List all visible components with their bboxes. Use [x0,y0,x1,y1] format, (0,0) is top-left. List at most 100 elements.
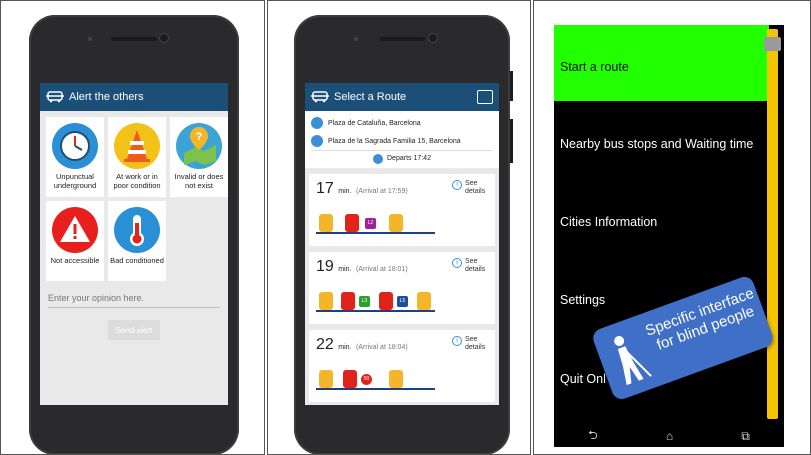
phone-frame: Alert the others Unpunctual underground … [29,15,239,454]
bus-icon [379,292,393,310]
walk-icon [389,370,403,388]
alert-screen: Alert the others Unpunctual underground … [40,83,228,405]
walk-icon [417,292,431,310]
app-bar: Alert the others [40,83,228,111]
see-details-text: See details [465,180,486,195]
line-badge: L2 [365,218,376,229]
android-nav-bar: ⮌ ⌂ ⧉ [554,425,784,447]
svg-text:?: ? [196,131,203,143]
front-camera [427,33,438,43]
back-icon[interactable]: ⮌ [588,426,598,447]
tile-at-work[interactable]: At work or in poor condition [108,117,166,197]
see-details-link[interactable]: i See details [452,336,489,352]
map-question-icon: ? [176,123,222,169]
destination-text: Plaza de la Sagrada Familia 15, Barcelon… [328,137,461,145]
clock-icon [373,153,383,164]
route-unit: min. [338,344,352,351]
route-minutes: 22 [316,336,334,353]
route-arrival: (Arrival at 18:01) [355,266,408,273]
tile-invalid[interactable]: ? Invalid or does not exist [170,117,228,197]
app-bar-title: Alert the others [69,91,144,103]
tile-unpunctual[interactable]: Unpunctual underground [46,117,104,197]
route-line [316,388,435,390]
menu-cities-info[interactable]: Cities Information [554,215,769,229]
sensor-dot [87,37,92,41]
origin-pin-icon [311,117,323,129]
bus-icon [345,214,359,232]
clock-icon [52,123,98,169]
route-card[interactable]: 19 min. (Arrival at 18:01) i See details … [309,252,495,324]
route-card[interactable]: 22 min. (Arrival at 18:04) i See details … [309,330,495,402]
opinion-input[interactable]: Enter your opinion here. [48,293,220,308]
route-line [316,310,435,312]
route-card[interactable]: 17 min. (Arrival at 17:59) i See details … [309,174,495,246]
route-screen: Select a Route Plaza de Cataluña, Barcel… [305,83,499,405]
bus-icon [343,370,357,388]
tile-label: Unpunctual underground [53,172,97,190]
alert-screenshot-panel: Alert the others Unpunctual underground … [0,0,265,455]
blind-interface-panel: Start a route Nearby bus stops and Waiti… [533,0,811,455]
send-alert-button[interactable]: Send alert [108,320,160,340]
tile-label: Invalid or does not exist [174,172,224,190]
bus-logo-icon [311,91,329,103]
power-button [510,71,513,101]
scrollbar[interactable] [764,29,781,419]
tile-bad-conditioned[interactable]: Bad conditioned [108,201,166,281]
route-unit: min. [338,188,352,195]
route-duration: 22 min. (Arrival at 18:04) [316,336,408,354]
volume-button [510,119,513,163]
warning-icon [52,207,98,253]
stops-box: Plaza de Cataluña, Barcelona Plaza de la… [305,111,499,168]
menu-nearby-stops[interactable]: Nearby bus stops and Waiting time [554,137,769,151]
tile-label: At work or in poor condition [113,172,161,190]
app-bar-title: Select a Route [334,91,407,103]
app-bar: Select a Route [305,83,499,111]
line-badge: L3 [359,296,370,307]
bus-logo-icon [46,91,64,103]
see-details-text: See details [465,258,486,273]
recents-icon[interactable]: ⧉ [741,429,750,444]
tile-not-accessible[interactable]: Not accessible [46,201,104,281]
earpiece-speaker [111,37,157,41]
tile-label: Not accessible [50,256,100,265]
home-icon[interactable]: ⌂ [666,429,673,443]
walk-icon [389,214,403,232]
scrollbar-thumb[interactable] [764,37,781,51]
front-camera [159,33,170,43]
info-icon: i [452,258,462,268]
line-badge: 50 [361,374,372,385]
bus-icon [341,292,355,310]
departs-text: Departs 17:42 [387,155,431,162]
departs-row[interactable]: Departs 17:42 [311,150,493,166]
walk-icon [319,292,333,310]
route-arrival: (Arrival at 18:04) [355,344,408,351]
line-badge: L5 [397,296,408,307]
sensor-dot [354,37,359,41]
route-duration: 17 min. (Arrival at 17:59) [316,180,408,198]
destination-pin-icon [311,135,323,147]
alert-grid: Unpunctual underground At work or in poo… [40,111,228,281]
route-line [316,232,435,234]
walk-icon [319,370,333,388]
route-minutes: 19 [316,258,334,275]
see-details-link[interactable]: i See details [452,258,489,274]
blind-person-icon [614,336,652,386]
thermometer-icon [114,207,160,253]
info-icon: i [452,336,462,346]
traffic-cone-icon [114,123,160,169]
origin-row[interactable]: Plaza de Cataluña, Barcelona [311,114,493,132]
route-duration: 19 min. (Arrival at 18:01) [316,258,408,276]
walk-icon [319,214,333,232]
origin-text: Plaza de Cataluña, Barcelona [328,119,421,127]
tile-label: Bad conditioned [110,256,164,265]
route-unit: min. [338,266,352,273]
earpiece-speaker [379,37,425,41]
phone-frame: Select a Route Plaza de Cataluña, Barcel… [294,15,510,454]
see-details-link[interactable]: i See details [452,180,489,196]
see-details-text: See details [465,336,486,351]
map-view-icon[interactable] [477,90,493,104]
route-arrival: (Arrival at 17:59) [355,188,408,195]
menu-start-route[interactable]: Start a route [554,25,769,101]
route-minutes: 17 [316,180,334,197]
destination-row[interactable]: Plaza de la Sagrada Familia 15, Barcelon… [311,132,493,150]
